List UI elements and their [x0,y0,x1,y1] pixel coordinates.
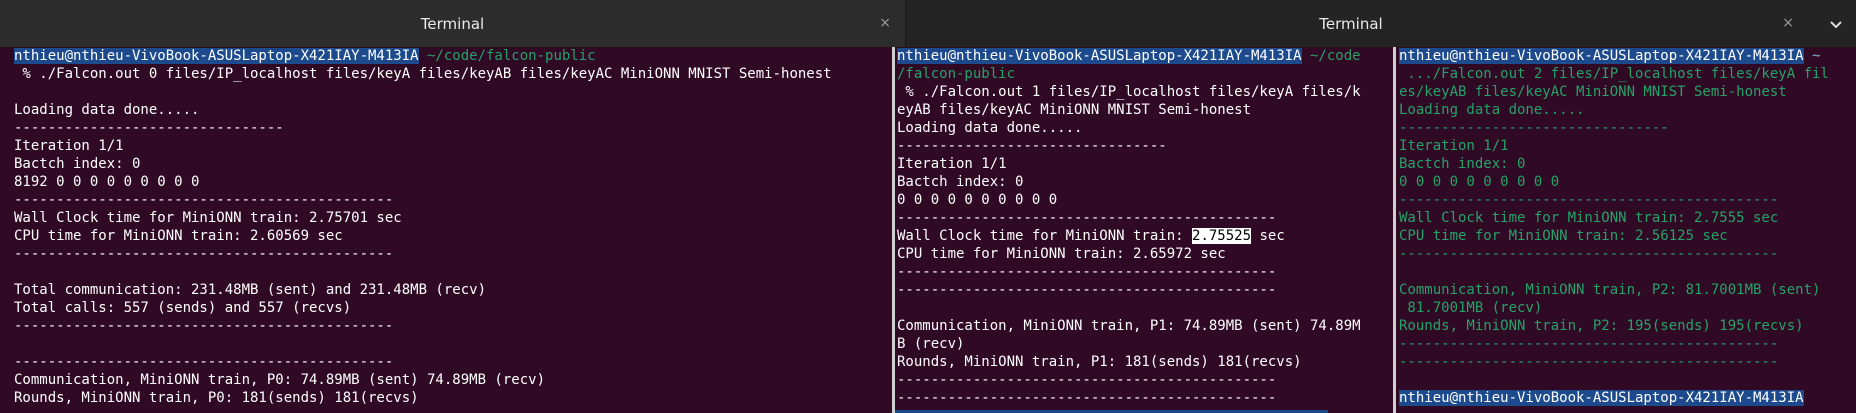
output-line: ----------------------------------------… [897,264,1277,280]
output-line: Total calls: 557 (sends) and 557 (recvs) [14,300,352,316]
terminal-pane-2[interactable]: nthieu@nthieu-VivoBook-ASUSLaptop-X421IA… [1396,47,1856,413]
output-line: 0 0 0 0 0 0 0 0 0 0 [1399,174,1560,190]
user-host: nthieu@nthieu-VivoBook-ASUSLaptop-X421IA… [897,48,1302,64]
tab-terminal-1[interactable]: Terminal × [0,0,906,47]
output-line: ----------------------------------------… [897,372,1277,388]
output-line: 81.7001MB (recv) [1399,300,1543,316]
user-host: nthieu@nthieu-VivoBook-ASUSLaptop-X421IA… [14,48,419,64]
output-line: 0 0 0 0 0 0 0 0 0 0 [897,192,1058,208]
output-line: -------------------------------- [1399,120,1669,136]
command-line: % ./Falcon.out 0 files/IP_localhost file… [14,66,832,82]
output-line: CPU time for MiniONN train: 2.60569 sec [14,228,343,244]
output-line: CPU time for MiniONN train: 2.65972 sec [897,246,1226,262]
output-line: 8192 0 0 0 0 0 0 0 0 0 [14,174,200,190]
cwd-path-continued: /falcon-public [897,66,1016,82]
output-line: Communication, MiniONN train, P1: 74.89M… [897,318,1361,334]
output-line: ----------------------------------------… [14,354,394,370]
output-line: Communication, MiniONN train, P0: 74.89M… [14,372,546,388]
output-line: Rounds, MiniONN train, P2: 195(sends) 19… [1399,318,1804,334]
output-line: ----------------------------------------… [897,390,1277,406]
output-line: Bactch index: 0 [1399,156,1526,172]
output-line: Bactch index: 0 [897,174,1024,190]
output-line: Rounds, MiniONN train, P0: 181(sends) 18… [14,390,419,406]
tab-terminal-2[interactable]: Terminal × [906,0,1796,47]
command-line: % ./Falcon.out 1 files/IP_localhost file… [897,84,1361,100]
output-line: ----------------------------------------… [897,282,1277,298]
user-host: nthieu@nthieu-VivoBook-ASUSLaptop-X421IA… [1399,48,1804,64]
tab-label: Terminal [1319,14,1383,33]
output-line: -------------------------------- [897,138,1167,154]
output-line: Iteration 1/1 [897,156,1007,172]
output-line: Loading data done..... [1399,102,1585,118]
output-line: Wall Clock time for MiniONN train: 2.755… [897,227,1285,245]
prompt-line: nthieu@nthieu-VivoBook-ASUSLaptop-X421IA… [14,47,596,65]
output-line: Iteration 1/1 [1399,138,1509,154]
output-line: ----------------------------------------… [1399,354,1779,370]
output-line: ----------------------------------------… [1399,246,1779,262]
output-line: Wall Clock time for MiniONN train: 2.755… [1399,210,1779,226]
selected-text[interactable]: 2.75525 [1192,228,1252,244]
output-line: Wall Clock time for MiniONN train: 2.757… [14,210,402,226]
command-line: es/keyAB files/keyAC MiniONN MNIST Semi-… [1399,84,1787,100]
output-line: ----------------------------------------… [1399,192,1779,208]
command-line: eyAB files/keyAC MiniONN MNIST Semi-hone… [897,102,1252,118]
chevron-down-icon[interactable] [1826,14,1846,34]
cwd-path: ~/code/falcon-public [418,48,596,64]
user-host: nthieu@nthieu-VivoBook-ASUSLaptop-X421IA… [1399,390,1804,406]
close-icon[interactable]: × [1782,15,1794,31]
cwd-path: ~/code [1301,48,1361,64]
terminal-pane-0[interactable]: nthieu@nthieu-VivoBook-ASUSLaptop-X421IA… [0,47,892,413]
command-line: .../Falcon.out 2 files/IP_localhost file… [1399,66,1829,82]
output-line: ----------------------------------------… [14,192,394,208]
tab-label: Terminal [420,14,485,33]
close-icon[interactable]: × [879,15,891,31]
output-line: Bactch index: 0 [14,156,141,172]
output-line: ----------------------------------------… [14,246,394,262]
cwd-path: ~ [1803,48,1821,64]
output-line: ----------------------------------------… [14,407,393,413]
wall-clock-unit: sec [1251,228,1285,244]
wall-clock-label: Wall Clock time for MiniONN train: [897,228,1193,244]
terminal-pane-1[interactable]: nthieu@nthieu-VivoBook-ASUSLaptop-X421IA… [895,47,1393,413]
output-line: CPU time for MiniONN train: 2.56125 sec [1399,228,1728,244]
output-line: ----------------------------------------… [14,318,394,334]
output-line: Communication, MiniONN train, P2: 81.700… [1399,282,1821,298]
prompt-line: nthieu@nthieu-VivoBook-ASUSLaptop-X421IA… [897,47,1361,65]
output-line: Rounds, MiniONN train, P1: 181(sends) 18… [897,354,1302,370]
output-line: ----------------------------------------… [897,210,1277,226]
output-line: Iteration 1/1 [14,138,124,154]
prompt-line: nthieu@nthieu-VivoBook-ASUSLaptop-X421IA… [1399,47,1820,65]
output-line: Loading data done..... [897,120,1083,136]
prompt-line: nthieu@nthieu-VivoBook-ASUSLaptop-X421IA… [1399,389,1804,407]
output-line: -------------------------------- [14,120,284,136]
output-line: Loading data done..... [14,102,200,118]
output-line: B (recv) [897,336,965,352]
output-line: ----------------------------------------… [1399,336,1779,352]
output-line: Total communication: 231.48MB (sent) and… [14,282,487,298]
tab-bar: Terminal × Terminal × [0,0,1856,47]
